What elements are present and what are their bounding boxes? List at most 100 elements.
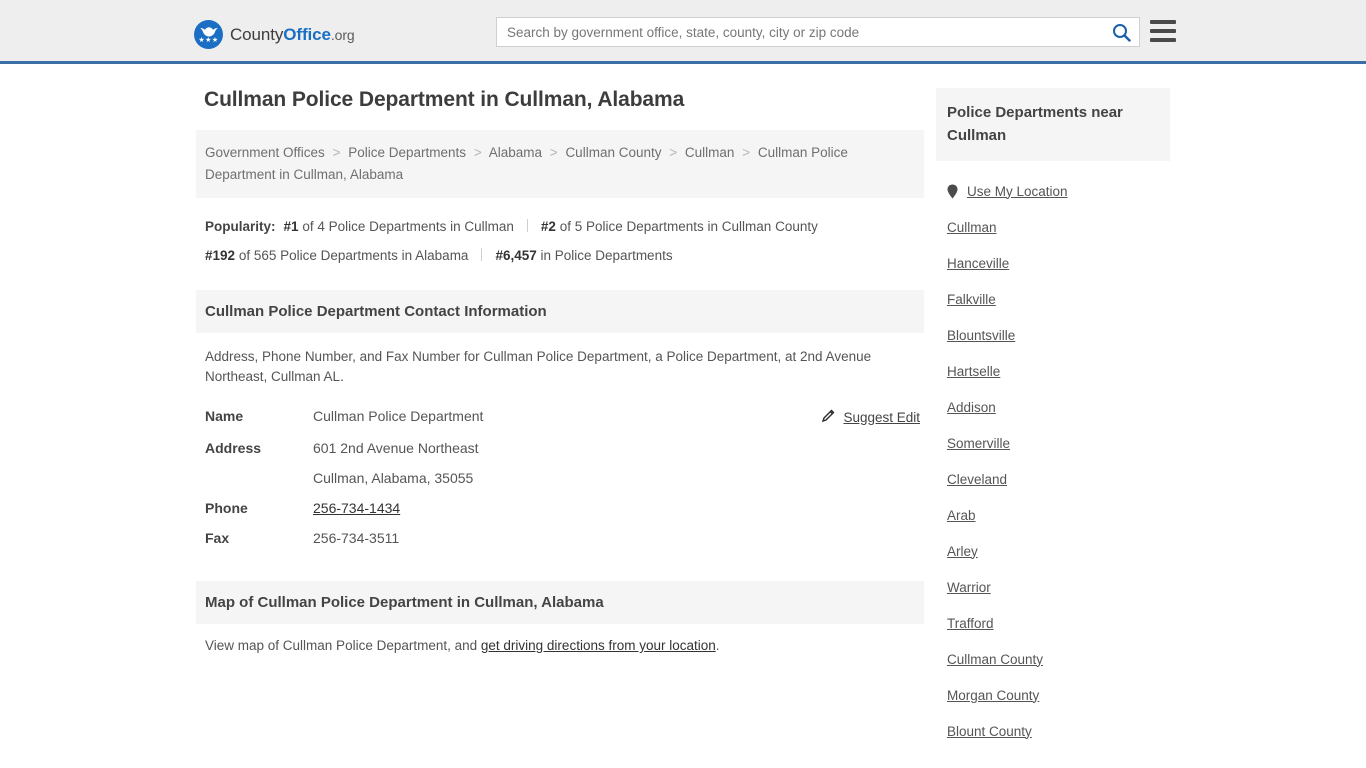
popularity-text-3: in Police Departments bbox=[540, 248, 673, 263]
sidebar-list: Use My Location Cullman Hanceville Falkv… bbox=[936, 161, 1170, 749]
sidebar-item-morgan-county[interactable]: Morgan County bbox=[947, 677, 1170, 713]
sidebar-link-13[interactable]: Morgan County bbox=[947, 688, 1039, 703]
map-section-heading: Map of Cullman Police Department in Cull… bbox=[196, 581, 924, 624]
search-bar[interactable] bbox=[496, 17, 1140, 47]
table-row: Name Cullman Police Department Suggest E… bbox=[205, 401, 920, 433]
sidebar-item-somerville[interactable]: Somerville bbox=[947, 425, 1170, 461]
hamburger-bar-3 bbox=[1150, 38, 1176, 42]
sidebar-item-blountsville[interactable]: Blountsville bbox=[947, 317, 1170, 353]
popularity-label: Popularity: bbox=[205, 219, 276, 234]
breadcrumb-separator: > bbox=[669, 145, 678, 160]
row-action-empty bbox=[813, 463, 920, 493]
brand-wordmark: CountyOffice.org bbox=[230, 25, 355, 45]
popularity-item-0: #1 of 4 Police Departments in Cullman bbox=[284, 219, 514, 234]
contact-description: Address, Phone Number, and Fax Number fo… bbox=[205, 349, 872, 384]
brand-office: Office bbox=[283, 24, 331, 44]
breadcrumb-separator: > bbox=[332, 145, 341, 160]
sidebar-item-hanceville[interactable]: Hanceville bbox=[947, 245, 1170, 281]
popularity-text-2: of 565 Police Departments in Alabama bbox=[238, 248, 469, 263]
contact-section-heading: Cullman Police Department Contact Inform… bbox=[196, 290, 924, 333]
sidebar-item-hartselle[interactable]: Hartselle bbox=[947, 353, 1170, 389]
eagle-icon bbox=[199, 27, 218, 37]
hamburger-bar-2 bbox=[1150, 29, 1176, 33]
site-logo[interactable]: ★★★ CountyOffice.org bbox=[194, 20, 355, 49]
sidebar-link-8[interactable]: Arab bbox=[947, 508, 976, 523]
sidebar-item-cullman[interactable]: Cullman bbox=[947, 209, 1170, 245]
sidebar-link-9[interactable]: Arley bbox=[947, 544, 978, 559]
row-key-phone: Phone bbox=[205, 500, 248, 516]
stars-icon: ★★★ bbox=[198, 37, 219, 44]
map-description: View map of Cullman Police Department, a… bbox=[196, 624, 924, 653]
sidebar: Police Departments near Cullman Use My L… bbox=[936, 88, 1170, 749]
sidebar-item-arab[interactable]: Arab bbox=[947, 497, 1170, 533]
brand-org: .org bbox=[330, 26, 355, 43]
sidebar-link-3[interactable]: Blountsville bbox=[947, 328, 1015, 343]
sidebar-item-falkville[interactable]: Falkville bbox=[947, 281, 1170, 317]
row-action-empty bbox=[813, 523, 920, 553]
edit-pencil-icon bbox=[821, 408, 836, 426]
table-row: Phone 256-734-1434 bbox=[205, 493, 920, 523]
row-action-empty bbox=[813, 433, 920, 463]
popularity-item-3: #6,457 in Police Departments bbox=[495, 248, 672, 263]
breadcrumb-separator: > bbox=[742, 145, 751, 160]
breadcrumb-item-1[interactable]: Police Departments bbox=[348, 145, 466, 160]
row-value-address-line1: 601 2nd Avenue Northeast bbox=[313, 440, 479, 456]
sidebar-link-5[interactable]: Addison bbox=[947, 400, 996, 415]
sidebar-link-6[interactable]: Somerville bbox=[947, 436, 1010, 451]
sidebar-link-7[interactable]: Cleveland bbox=[947, 472, 1007, 487]
map-note-prefix: View map of Cullman Police Department, a… bbox=[205, 638, 481, 653]
map-note-suffix: . bbox=[715, 638, 720, 653]
sidebar-link-2[interactable]: Falkville bbox=[947, 292, 996, 307]
sidebar-link-0[interactable]: Cullman bbox=[947, 220, 997, 235]
row-key-fax: Fax bbox=[205, 530, 230, 546]
row-value-phone: 256-734-1434 bbox=[313, 493, 813, 523]
popularity-item-2: #192 of 565 Police Departments in Alabam… bbox=[205, 248, 468, 263]
sidebar-link-1[interactable]: Hanceville bbox=[947, 256, 1009, 271]
sidebar-item-blount-county[interactable]: Blount County bbox=[947, 713, 1170, 749]
sidebar-item-cullman-county[interactable]: Cullman County bbox=[947, 641, 1170, 677]
sidebar-link-11[interactable]: Trafford bbox=[947, 616, 994, 631]
breadcrumb-item-4[interactable]: Cullman bbox=[685, 145, 735, 160]
row-value-address-line2: Cullman, Alabama, 35055 bbox=[313, 470, 474, 486]
search-input[interactable] bbox=[497, 18, 1103, 46]
popularity-divider bbox=[526, 219, 528, 232]
sidebar-item-warrior[interactable]: Warrior bbox=[947, 569, 1170, 605]
hamburger-menu-button[interactable] bbox=[1150, 20, 1176, 42]
popularity-rank-3: #6,457 bbox=[495, 248, 537, 263]
popularity-text-0: of 4 Police Departments in Cullman bbox=[302, 219, 514, 234]
use-my-location-link[interactable]: Use My Location bbox=[967, 184, 1068, 199]
breadcrumb-item-0[interactable]: Government Offices bbox=[205, 145, 325, 160]
sidebar-link-4[interactable]: Hartselle bbox=[947, 364, 1000, 379]
driving-directions-link[interactable]: get driving directions from your locatio… bbox=[481, 638, 716, 653]
page-title: Cullman Police Department in Cullman, Al… bbox=[204, 88, 685, 111]
breadcrumb-separator: > bbox=[473, 145, 482, 160]
row-key-address: Address bbox=[205, 440, 262, 456]
breadcrumb-item-3[interactable]: Cullman County bbox=[565, 145, 661, 160]
popularity-text-1: of 5 Police Departments in Cullman Count… bbox=[559, 219, 818, 234]
sidebar-link-14[interactable]: Blount County bbox=[947, 724, 1032, 739]
row-key-name: Name bbox=[205, 408, 244, 424]
suggest-edit-label: Suggest Edit bbox=[843, 409, 920, 425]
popularity-rank-1: #2 bbox=[540, 219, 556, 234]
sidebar-item-trafford[interactable]: Trafford bbox=[947, 605, 1170, 641]
phone-link[interactable]: 256-734-1434 bbox=[313, 500, 400, 516]
sidebar-link-12[interactable]: Cullman County bbox=[947, 652, 1043, 667]
suggest-edit-link[interactable]: Suggest Edit bbox=[821, 408, 920, 426]
hamburger-bar-1 bbox=[1150, 20, 1176, 24]
breadcrumb-item-2[interactable]: Alabama bbox=[489, 145, 542, 160]
sidebar-item-use-my-location[interactable]: Use My Location bbox=[947, 173, 1170, 209]
search-icon bbox=[1112, 23, 1131, 42]
row-action-empty bbox=[813, 493, 920, 523]
sidebar-link-10[interactable]: Warrior bbox=[947, 580, 991, 595]
sidebar-item-arley[interactable]: Arley bbox=[947, 533, 1170, 569]
popularity-rank-2: #192 bbox=[205, 248, 236, 263]
sidebar-heading: Police Departments near Cullman bbox=[936, 88, 1170, 161]
eagle-circle-logo-icon: ★★★ bbox=[194, 20, 223, 49]
search-button[interactable] bbox=[1103, 18, 1139, 46]
row-key-blank bbox=[205, 463, 313, 493]
sidebar-item-addison[interactable]: Addison bbox=[947, 389, 1170, 425]
map-pin-icon bbox=[947, 184, 958, 199]
table-row: Cullman, Alabama, 35055 bbox=[205, 463, 920, 493]
table-row: Address 601 2nd Avenue Northeast bbox=[205, 433, 920, 463]
sidebar-item-cleveland[interactable]: Cleveland bbox=[947, 461, 1170, 497]
